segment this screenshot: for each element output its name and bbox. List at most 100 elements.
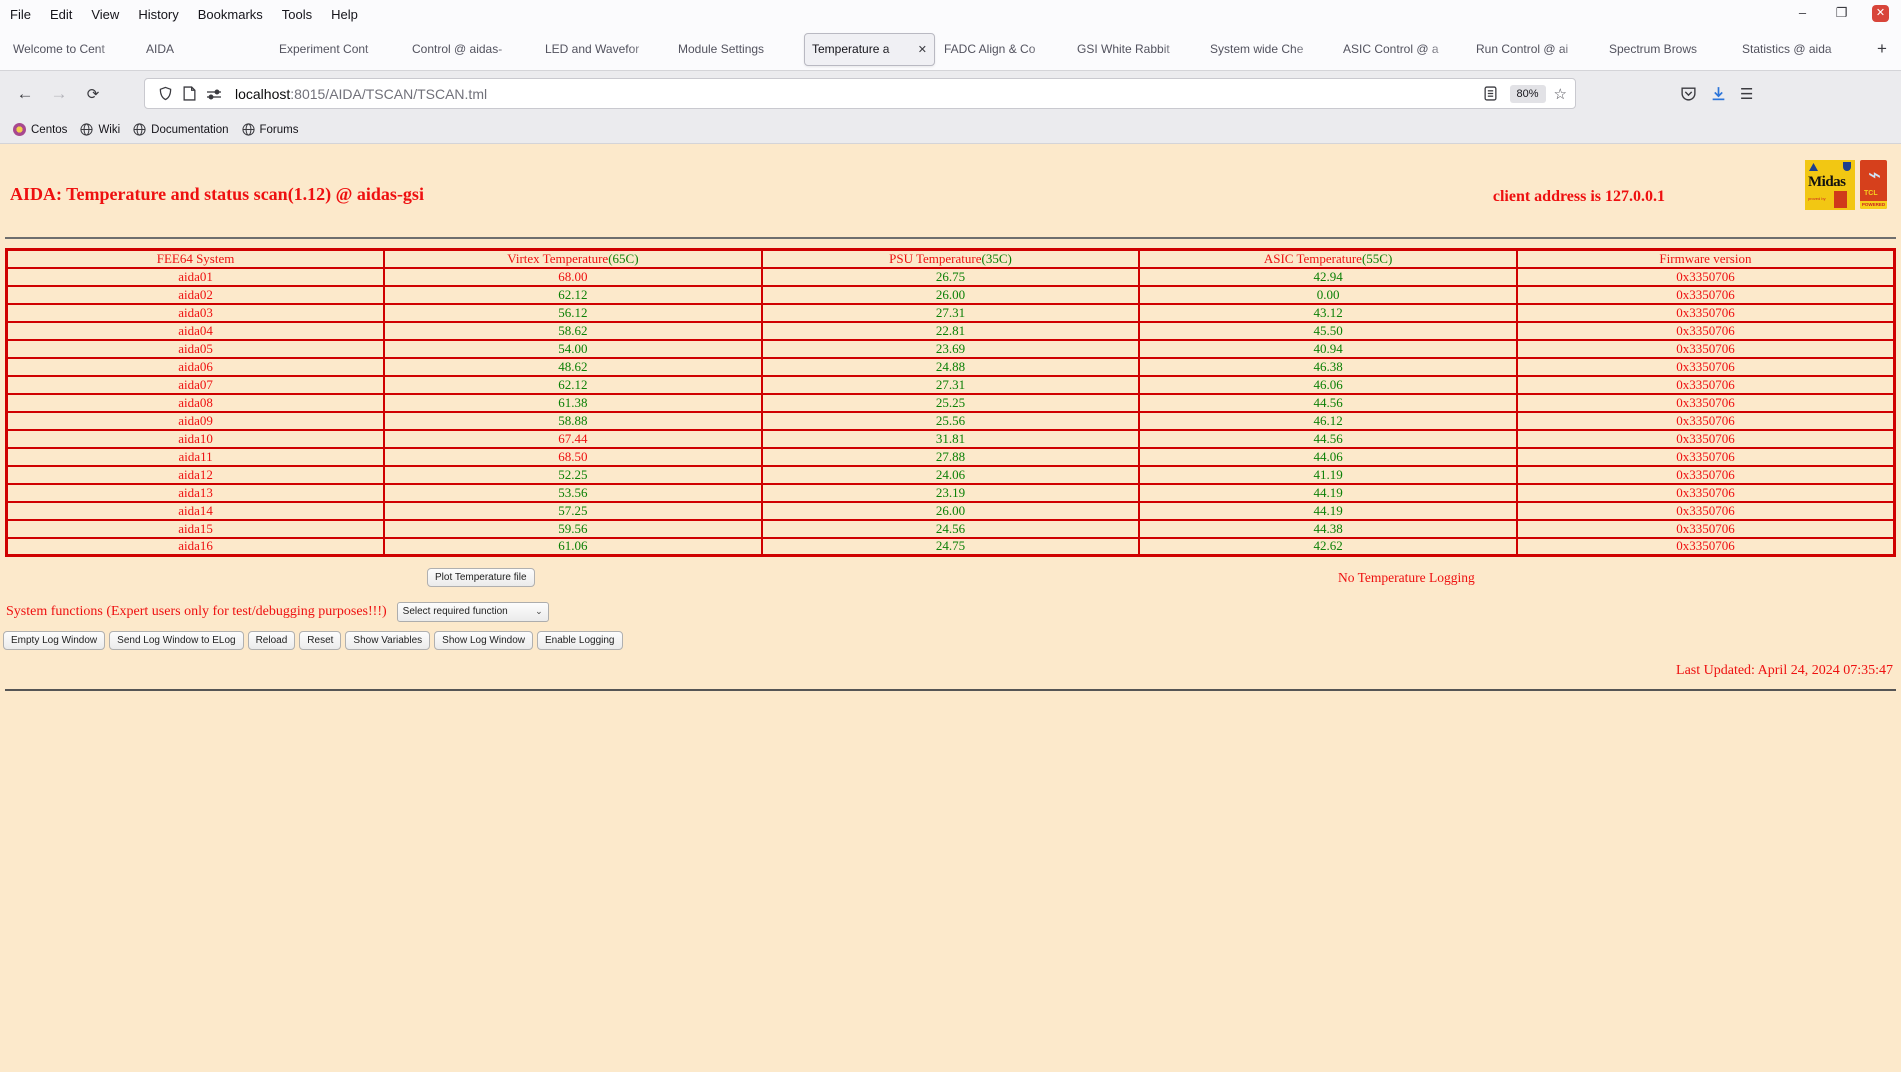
browser-tab[interactable]: Temperature a ✕ [804, 32, 935, 66]
tab-label: ASIC Control @ a [1343, 42, 1439, 56]
hamburger-menu-icon[interactable]: ☰ [1740, 85, 1753, 103]
plot-temperature-button[interactable]: Plot Temperature file [427, 568, 535, 587]
firmware-cell: 0x3350706 [1515, 302, 1896, 323]
psu-temp-cell: 27.88 [760, 446, 1141, 467]
download-icon[interactable] [1710, 85, 1727, 102]
asic-temp-cell: 41.19 [1138, 464, 1518, 485]
bookmark-centos[interactable]: Centos [13, 123, 67, 136]
psu-temp-cell: 24.75 [760, 536, 1141, 557]
url-bar[interactable]: localhost:8015/AIDA/TSCAN/TSCAN.tml 80% … [144, 78, 1576, 109]
midas-logo[interactable]: Midas proved by [1805, 160, 1855, 210]
log-action-button[interactable]: Reload [247, 631, 296, 650]
firmware-cell: 0x3350706 [1515, 482, 1896, 503]
browser-tab[interactable]: System wide Che ✕ [1203, 33, 1334, 66]
url-text[interactable]: localhost:8015/AIDA/TSCAN/TSCAN.tml [235, 86, 1479, 102]
pocket-icon[interactable] [1680, 85, 1697, 102]
virtex-temp-cell: 68.50 [383, 446, 763, 467]
table-row: aida01 68.00 26.75 42.94 0x3350706 [5, 266, 1896, 287]
tcl-wizard-figure: ⌁ [1868, 162, 1882, 187]
permissions-tuner-icon[interactable] [206, 88, 222, 100]
table-row: aida13 53.56 23.19 44.19 0x3350706 [5, 482, 1896, 503]
browser-tab[interactable]: Welcome to Cent ✕ [6, 33, 137, 66]
bookmark-star-icon[interactable]: ☆ [1554, 85, 1567, 103]
log-action-button[interactable]: Reset [299, 631, 342, 650]
firmware-cell: 0x3350706 [1515, 518, 1896, 539]
browser-tab[interactable]: FADC Align & Co ✕ [937, 33, 1068, 66]
log-action-button[interactable]: Show Variables [345, 631, 431, 650]
menu-item[interactable]: Help [331, 7, 358, 22]
fee64-system-cell: aida07 [5, 374, 386, 395]
bookmark-forums[interactable]: Forums [241, 123, 299, 136]
function-select[interactable]: Select required function ⌄ [396, 601, 549, 622]
virtex-temp-cell: 48.62 [383, 356, 763, 377]
browser-tab[interactable]: Run Control @ ai ✕ [1469, 33, 1600, 66]
asic-temp-cell: 40.94 [1138, 338, 1518, 359]
psu-temp-cell: 24.88 [760, 356, 1141, 377]
virtex-temp-cell: 54.00 [383, 338, 763, 359]
browser-tab[interactable]: Statistics @ aida ✕ [1735, 33, 1866, 66]
minimize-icon[interactable]: – [1794, 5, 1811, 22]
maximize-icon[interactable]: ❐ [1833, 5, 1850, 22]
log-action-button[interactable]: Enable Logging [536, 631, 623, 650]
fee64-system-cell: aida10 [5, 428, 386, 449]
table-row: aida05 54.00 23.69 40.94 0x3350706 [5, 338, 1896, 359]
psu-temp-cell: 26.00 [760, 284, 1141, 305]
asic-temp-cell: 44.38 [1138, 518, 1518, 539]
close-icon[interactable]: ✕ [1872, 5, 1889, 22]
browser-tab[interactable]: ASIC Control @ a ✕ [1336, 33, 1467, 66]
psu-temp-cell: 22.81 [760, 320, 1141, 341]
table-row: aida15 59.56 24.56 44.38 0x3350706 [5, 518, 1896, 539]
menu-item[interactable]: History [138, 7, 178, 22]
log-action-button[interactable]: Empty Log Window [3, 631, 106, 650]
log-action-button[interactable]: Show Log Window [434, 631, 533, 650]
centos-icon [13, 123, 26, 136]
menu-item[interactable]: File [10, 7, 31, 22]
menu-item[interactable]: Bookmarks [198, 7, 263, 22]
zoom-level-badge[interactable]: 80% [1509, 84, 1546, 103]
table-row: aida16 61.06 24.75 42.62 0x3350706 [5, 536, 1896, 557]
fee64-system-cell: aida01 [5, 266, 386, 287]
fee64-system-cell: aida13 [5, 482, 386, 503]
tcl-powered-logo[interactable]: ⌁ TCL POWERED [1860, 160, 1887, 209]
midas-logo-triangle [1809, 163, 1818, 171]
asic-temp-cell: 44.56 [1138, 392, 1518, 413]
forward-icon[interactable]: → [44, 84, 74, 104]
firmware-cell: 0x3350706 [1515, 266, 1896, 287]
asic-temp-cell: 46.12 [1138, 410, 1518, 431]
browser-tab[interactable]: Control @ aidas- ✕ [405, 33, 536, 66]
browser-tab[interactable]: AIDA ✕ [139, 33, 270, 66]
tab-label: AIDA [146, 42, 175, 56]
page-header: AIDA: Temperature and status scan(1.12) … [0, 144, 1901, 237]
browser-tab[interactable]: GSI White Rabbit ✕ [1070, 33, 1201, 66]
browser-tab[interactable]: Spectrum Brows ✕ [1602, 33, 1733, 66]
bookmark-documentation[interactable]: Documentation [133, 123, 229, 136]
fee64-system-cell: aida08 [5, 392, 386, 413]
virtex-temp-cell: 59.56 [383, 518, 763, 539]
page-info-icon[interactable] [183, 86, 196, 101]
tab-label: Control @ aidas- [412, 42, 503, 56]
bookmark-wiki[interactable]: Wiki [80, 123, 120, 136]
reader-mode-icon[interactable] [1484, 86, 1497, 101]
new-tab-button[interactable]: + [1868, 37, 1896, 61]
menu-item[interactable]: View [91, 7, 119, 22]
tab-label: GSI White Rabbit [1077, 42, 1170, 56]
browser-tab[interactable]: LED and Wavefor ✕ [538, 33, 669, 66]
browser-tab[interactable]: Module Settings ✕ [671, 33, 802, 66]
asic-temp-cell: 44.06 [1138, 446, 1518, 467]
firmware-cell: 0x3350706 [1515, 500, 1896, 521]
menu-item[interactable]: Edit [50, 7, 72, 22]
navigation-toolbar: ← → ⟳ localhost:8015/AIDA/TSCAN/TSCAN.tm… [0, 70, 1901, 116]
tab-close-icon[interactable]: ✕ [914, 43, 927, 56]
col-header-firmware: Firmware version [1515, 248, 1896, 269]
virtex-temp-cell: 67.44 [383, 428, 763, 449]
browser-tab[interactable]: Experiment Cont ✕ [272, 33, 403, 66]
fee64-system-cell: aida05 [5, 338, 386, 359]
log-action-button[interactable]: Send Log Window to ELog [109, 631, 244, 650]
shield-icon[interactable] [158, 86, 173, 101]
reload-icon[interactable]: ⟳ [78, 85, 108, 103]
back-icon[interactable]: ← [10, 84, 40, 104]
asic-temp-cell: 44.19 [1138, 482, 1518, 503]
asic-temp-cell: 43.12 [1138, 302, 1518, 323]
psu-temp-cell: 23.19 [760, 482, 1141, 503]
menu-item[interactable]: Tools [282, 7, 312, 22]
